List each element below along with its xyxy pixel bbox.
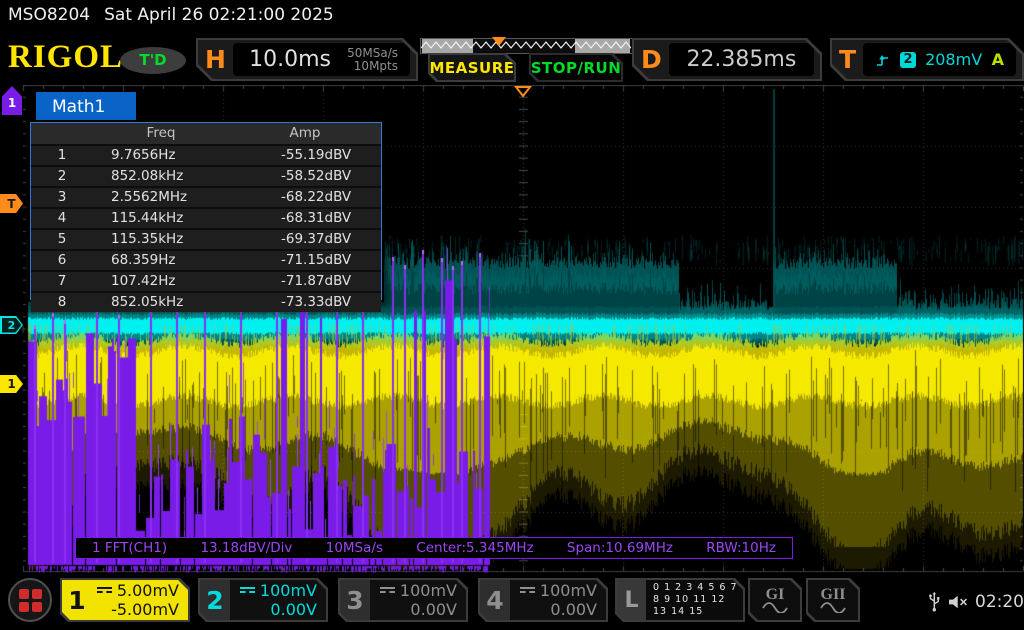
col-freq: Freq	[93, 123, 229, 144]
math1-tab[interactable]: Math1	[36, 92, 136, 122]
t-label: T	[832, 45, 863, 74]
rigol-logo: RIGOL	[8, 40, 123, 74]
table-row: 2852.08kHz-58.52dBV	[31, 167, 381, 186]
channel-2-pill[interactable]: 2 100mV0.00V	[198, 578, 328, 622]
timebase-value: 10.0ms	[233, 47, 347, 72]
fft-span: Span:10.69MHz	[567, 540, 673, 556]
ch4-scale: 100mV	[540, 581, 597, 600]
delay-value: 22.385ms	[669, 47, 814, 72]
memory-depth: 10Mpts	[354, 59, 398, 73]
table-row: 8852.05kHz-73.33dBV	[31, 293, 381, 312]
overview-zigzag	[421, 39, 631, 51]
channel-4-pill[interactable]: 4 100mV0.00V	[478, 578, 608, 622]
table-row: 7107.42Hz-71.87dBV	[31, 272, 381, 291]
h-label: H	[198, 45, 233, 74]
overview-trigger-marker-icon[interactable]	[492, 37, 506, 46]
fft-info-bar[interactable]: 1 FFT(CH1) 13.18dBV/Div 10MSa/s Center:5…	[75, 537, 793, 559]
ch3-offset: 0.00V	[370, 600, 457, 619]
status-bar: MSO8204 Sat April 26 02:21:00 2025	[0, 0, 1024, 30]
measure-label: MEASURE	[429, 59, 514, 77]
stop-run-label: STOP/RUN	[531, 59, 622, 77]
math1-table: Freq Amp 19.7656Hz-55.19dBV 2852.08kHz-5…	[30, 122, 382, 300]
trigger-status-badge: T'D	[120, 47, 186, 74]
dc-coupling-icon	[240, 587, 255, 597]
trigger-level: 208mV	[925, 50, 982, 69]
ch1-scale: 5.00mV	[117, 581, 179, 600]
ch1-number: 1	[62, 580, 92, 620]
dc-coupling-icon	[520, 587, 535, 597]
fft-sample-rate: 10MSa/s	[326, 540, 383, 556]
channel-3-pill[interactable]: 3 100mV0.00V	[338, 578, 468, 622]
table-row: 19.7656Hz-55.19dBV	[31, 146, 381, 165]
math1-panel[interactable]: Math1 Freq Amp 19.7656Hz-55.19dBV 2852.0…	[30, 92, 382, 302]
table-row: 5115.35kHz-69.37dBV	[31, 230, 381, 249]
speaker-muted-icon[interactable]	[948, 594, 968, 610]
channel-1-pill[interactable]: 1 5.00mV-5.00mV	[60, 578, 190, 622]
logic-label: L	[617, 580, 646, 620]
generator-2-button[interactable]: GII	[806, 578, 860, 622]
table-row: 32.5562MHz-68.22dBV	[31, 188, 381, 207]
clock: 02:20	[975, 592, 1024, 612]
model-name: MSO8204	[8, 5, 90, 25]
rising-edge-icon	[875, 52, 891, 68]
menu-button[interactable]	[8, 578, 52, 622]
table-row: 668.359Hz-71.15dBV	[31, 251, 381, 270]
sine-wave-icon	[820, 602, 846, 613]
menu-grid-icon	[19, 589, 42, 612]
stop-run-button[interactable]: STOP/RUN	[529, 53, 623, 82]
trigger-position-icon[interactable]	[514, 86, 532, 98]
trigger-panel[interactable]: T 2 208mV A	[830, 38, 1024, 81]
logic-row-1: 0 1 2 3 4 5 6 7	[653, 582, 743, 594]
datetime: Sat April 26 02:21:00 2025	[104, 5, 334, 25]
dc-coupling-icon	[97, 587, 112, 597]
usb-icon	[928, 591, 941, 613]
fft-scale: 13.18dBV/Div	[200, 540, 292, 556]
table-row: 4115.44kHz-68.31dBV	[31, 209, 381, 228]
ch4-offset: 0.00V	[510, 600, 597, 619]
ch2-offset: 0.00V	[230, 600, 317, 619]
sample-rate: 50MSa/s	[347, 46, 398, 60]
oscilloscope-screen: MSO8204Sat April 26 02:21:00 2025 RIGOL …	[0, 0, 1024, 630]
delay-panel[interactable]: D 22.385ms	[632, 38, 822, 81]
col-amp: Amp	[229, 123, 381, 144]
horizontal-timebase-panel[interactable]: H 10.0ms 50MSa/s10Mpts	[196, 38, 418, 81]
ch1-offset: -5.00mV	[92, 600, 179, 619]
generator-1-button[interactable]: GI	[748, 578, 802, 622]
ch3-number: 3	[340, 580, 370, 620]
waveform-overview-strip[interactable]	[420, 38, 634, 54]
fft-rbw: RBW:10Hz	[706, 540, 776, 556]
gen2-label: GII	[821, 587, 846, 602]
ch2-number: 2	[200, 580, 230, 620]
logic-row-2: 8 9 10 11 12 13 14 15	[653, 594, 743, 618]
trigger-mode: A	[992, 50, 1016, 69]
logic-channels-pill[interactable]: L 0 1 2 3 4 5 6 78 9 10 11 12 13 14 15	[615, 578, 745, 622]
ch4-number: 4	[480, 580, 510, 620]
measure-button[interactable]: MEASURE	[428, 53, 516, 82]
fft-source: 1 FFT(CH1)	[92, 540, 167, 556]
sine-wave-icon	[762, 602, 788, 613]
gen1-label: GI	[766, 587, 785, 602]
table-header: Freq Amp	[31, 123, 381, 144]
ch2-scale: 100mV	[260, 581, 317, 600]
ch3-scale: 100mV	[400, 581, 457, 600]
trigger-source-badge: 2	[900, 52, 916, 68]
fft-center: Center:5.345MHz	[416, 540, 533, 556]
d-label: D	[634, 45, 669, 74]
dc-coupling-icon	[380, 587, 395, 597]
